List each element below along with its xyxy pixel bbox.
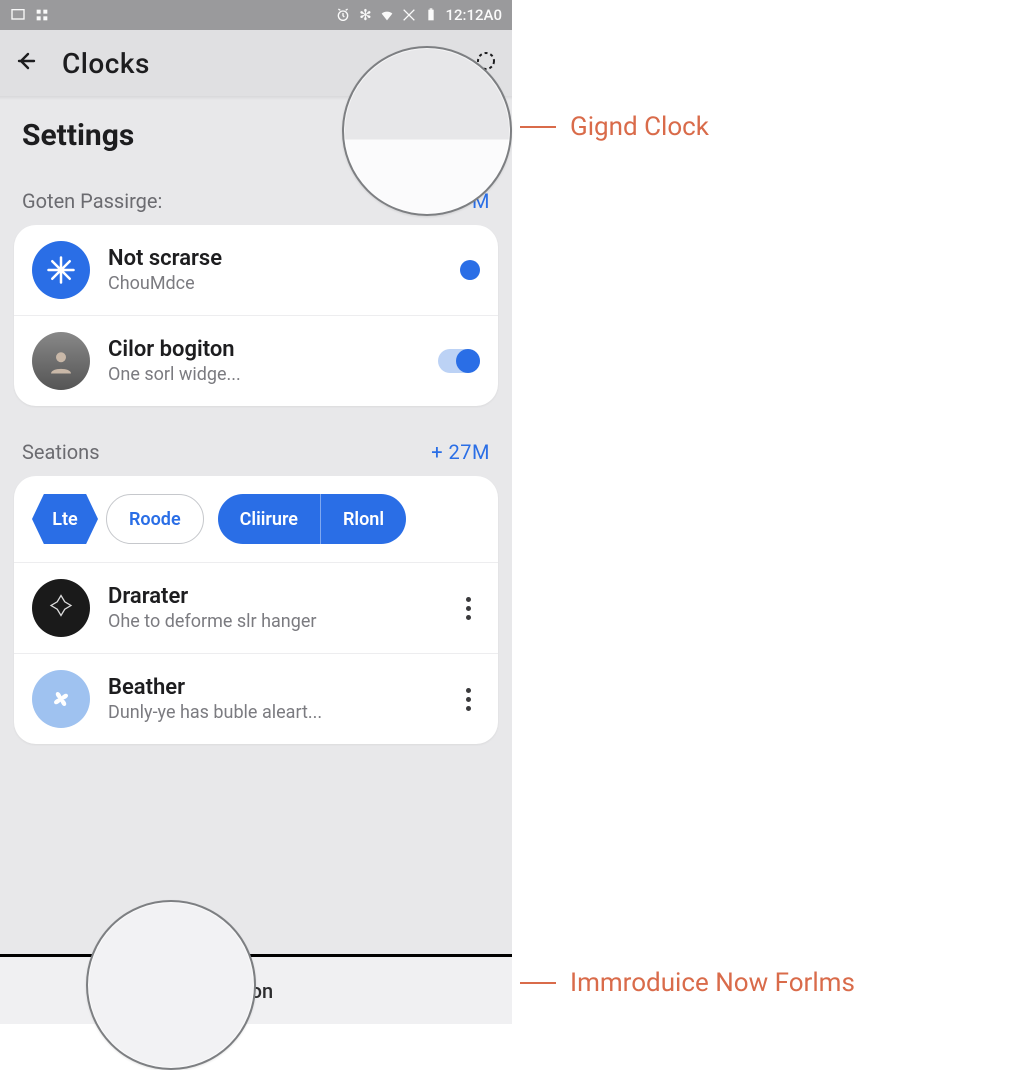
grid-icon: [34, 7, 50, 23]
kebab-menu[interactable]: [456, 688, 480, 711]
status-time: 12:12A0: [445, 6, 502, 24]
status-bar: ✻ 12:12A0: [0, 0, 512, 30]
chip-lte[interactable]: Lte: [32, 494, 98, 544]
row-title: Drarater: [108, 584, 438, 609]
row-title: Beather: [108, 675, 438, 700]
row-title: Not scrarse: [108, 246, 442, 271]
row-beather[interactable]: Beather Dunly-ye has buble aleart...: [14, 653, 498, 744]
section2-label: Seations: [22, 440, 100, 464]
chips-row: Lte Roode Cliirure Rlonl: [14, 476, 498, 562]
chip-roode[interactable]: Roode: [107, 495, 203, 543]
row-sub: One sorl widge...: [108, 364, 420, 385]
row-sub: Ohe to deforme slr hanger: [108, 611, 438, 632]
kebab-menu[interactable]: [456, 597, 480, 620]
window-icon: [10, 7, 26, 23]
row-sub: Dunly-ye has buble aleart...: [108, 702, 438, 723]
back-button[interactable]: [14, 49, 38, 77]
magnifier-bottom: [86, 900, 256, 1070]
wifi-icon: [379, 7, 395, 23]
chip-solid-group: Cliirure Rlonl: [218, 494, 406, 544]
chip-cliirure[interactable]: Cliirure: [218, 494, 320, 544]
row-title: Cilor bogiton: [108, 337, 420, 362]
row-sub: ChouMdce: [108, 273, 442, 294]
row-cilor-bogiton[interactable]: Cilor bogiton One sorl widge...: [14, 315, 498, 406]
magnifier-top: [342, 46, 512, 216]
status-right: ✻ 12:12A0: [335, 6, 502, 24]
avatar-icon: [32, 332, 90, 390]
row-not-scrarse[interactable]: Not scrarse ChouMdce: [14, 225, 498, 315]
ring-icon: ✻: [357, 7, 373, 23]
signal-off-icon: [401, 7, 417, 23]
card-seations: Lte Roode Cliirure Rlonl Drarater Ohe to…: [14, 476, 498, 744]
annotation-text: Immroduice Now Forlms: [570, 968, 855, 998]
chip-rlonl[interactable]: Rlonl: [320, 494, 406, 544]
battery-icon: [423, 7, 439, 23]
gem-icon: [32, 579, 90, 637]
alarm-icon: [335, 7, 351, 23]
annotation-dash: [520, 982, 556, 984]
annotation-text: Gignd Clock: [570, 112, 709, 142]
snowflake-icon: [32, 241, 90, 299]
row-drarater[interactable]: Drarater Ohe to deforme slr hanger: [14, 562, 498, 653]
annotation-introduce-now-forlms: Immroduice Now Forlms: [520, 968, 855, 998]
card-passirge: Not scrarse ChouMdce Cilor bogiton One s…: [14, 225, 498, 406]
section1-label: Goten Passirge:: [22, 189, 162, 213]
appbar-title: Clocks: [62, 47, 150, 80]
radio-selected[interactable]: [460, 260, 480, 280]
section2-hint[interactable]: + 27M: [431, 440, 490, 464]
toggle-on[interactable]: [438, 349, 480, 373]
chip-roode-group: Roode: [106, 494, 204, 544]
annotation-gignd-clock: Gignd Clock: [520, 112, 709, 142]
status-left: [10, 7, 50, 23]
annotation-dash: [520, 126, 556, 128]
section-label-seations: Seations + 27M: [0, 414, 512, 472]
bottom-bar[interactable]: tion: [0, 954, 512, 1024]
propeller-icon: [32, 670, 90, 728]
